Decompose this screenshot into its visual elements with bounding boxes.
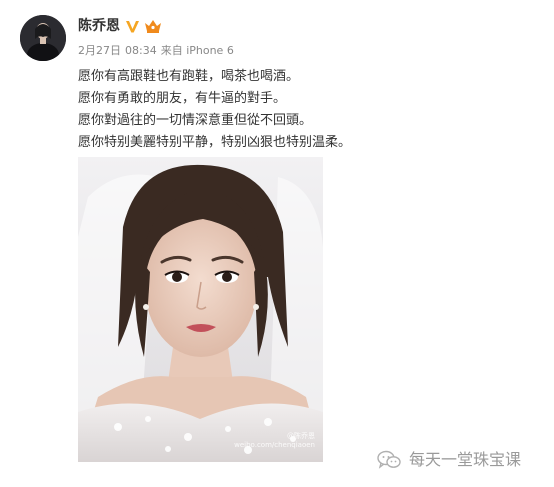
post-time[interactable]: 08:34 [125, 44, 157, 57]
post-text-line: 愿你特别美麗特别平静，特别凶狠也特别温柔。 [78, 135, 352, 150]
post-text-line: 愿你對過往的一切情深意重但從不回頭。 [78, 113, 313, 128]
photo-watermark: @陈乔恩 weibo.com/chenqiaoen [234, 432, 315, 450]
post-text-line: 愿你有高跟鞋也有跑鞋，喝茶也喝酒。 [78, 69, 300, 84]
vip-crown-icon[interactable] [143, 18, 163, 34]
photo-watermark-url: weibo.com/chenqiaoen [234, 441, 315, 449]
channel-name: 每天一堂珠宝课 [409, 450, 522, 469]
post-text: 愿你有高跟鞋也有跑鞋，喝茶也喝酒。 愿你有勇敢的朋友，有牛逼的對手。 愿你對過往… [78, 66, 538, 154]
post-date[interactable]: 2月27日 [78, 44, 121, 57]
wechat-icon [377, 450, 401, 469]
post-meta: 2月27日 08:34 来自 iPhone 6 [78, 44, 238, 58]
author-avatar[interactable] [20, 15, 66, 61]
verified-badge-icon [126, 21, 139, 33]
channel-watermark: 每天一堂珠宝课 [377, 448, 521, 472]
photo-watermark-handle: @陈乔恩 [287, 432, 315, 440]
post-text-line: 愿你有勇敢的朋友，有牛逼的對手。 [78, 91, 287, 106]
weibo-post: 陈乔恩 2月27日 08:34 来自 iPhone 6 愿你有高跟鞋也有跑鞋，喝茶也… [0, 0, 554, 487]
post-source: 来自 iPhone 6 [160, 44, 234, 57]
author-name[interactable]: 陈乔恩 [78, 17, 120, 35]
post-photo[interactable]: @陈乔恩 weibo.com/chenqiaoen [78, 157, 323, 462]
